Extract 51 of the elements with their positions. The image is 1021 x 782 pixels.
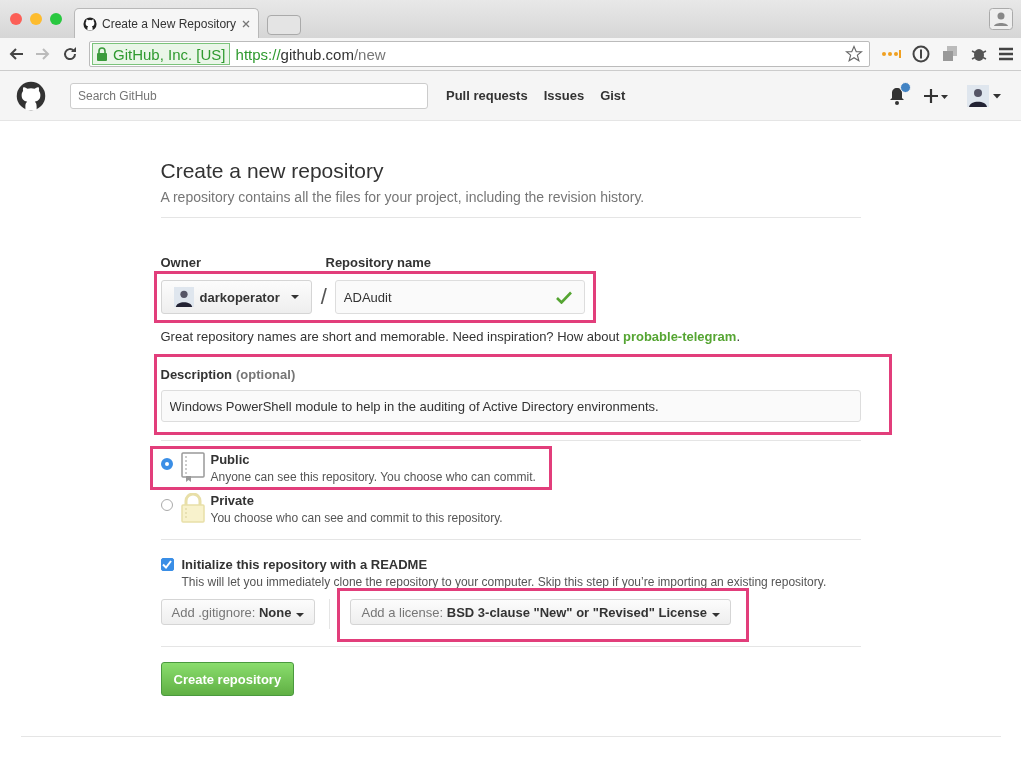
padlock-icon xyxy=(180,493,205,523)
optional-note: (optional) xyxy=(236,367,296,382)
repository-name-label: Repository name xyxy=(325,255,431,270)
owner-label: Owner xyxy=(160,255,202,270)
back-arrow-icon[interactable] xyxy=(8,47,24,61)
book-icon xyxy=(180,452,205,482)
name-hint: Great repository names are short and memorable. Need inspiration? How about probable-telegram. xyxy=(160,329,741,344)
repository-name-field[interactable]: ADAudit xyxy=(334,280,585,314)
license-dropdown[interactable]: Add a license: BSD 3-clause "New" or "Revised" License xyxy=(350,599,731,625)
url-text: https://github.com/new xyxy=(235,45,386,63)
page-subtitle: A repository contains all the files for your project, including the revision history. xyxy=(160,189,646,205)
bell-icon[interactable] xyxy=(889,86,905,105)
visibility-title: Private xyxy=(210,493,255,508)
radio-button[interactable] xyxy=(160,499,173,511)
nav-link[interactable]: Gist xyxy=(600,88,626,103)
search-field[interactable]: Search GitHub xyxy=(70,82,428,109)
browser-tab[interactable]: Create a New Repository xyxy=(74,8,259,38)
gitignore-dropdown[interactable]: Add .gitignore: None xyxy=(160,599,316,625)
checkbox[interactable] xyxy=(160,558,174,571)
padlock-icon xyxy=(96,46,108,62)
repository-name-value: ADAudit xyxy=(343,289,392,305)
slash-separator: / xyxy=(320,284,327,310)
owner-dropdown[interactable]: darkoperator xyxy=(160,280,312,314)
close-light-icon[interactable] xyxy=(10,13,22,25)
radio-button[interactable] xyxy=(160,458,173,470)
readme-description: This will let you immediately clone the repository to your computer. Skip this step if you’re importing an existing repository. xyxy=(181,575,827,589)
nav-link[interactable]: Pull requests xyxy=(446,88,528,103)
plus-caret-icon[interactable] xyxy=(923,87,949,104)
readme-label: Initialize this repository with a README xyxy=(181,557,429,572)
nav-link[interactable]: Issues xyxy=(543,88,585,103)
menu-icon[interactable] xyxy=(999,47,1013,61)
page-title: Create a new repository xyxy=(160,159,385,183)
address-bar[interactable]: GitHub, Inc. [US] https://github.com/new xyxy=(89,41,870,67)
dots-icon[interactable] xyxy=(881,50,901,58)
description-label: Description xyxy=(160,367,232,382)
cat-logo-icon[interactable] xyxy=(16,80,46,111)
stacked-squares-icon[interactable] xyxy=(941,45,959,63)
visibility-description: You choose who can see and commit to this repository. xyxy=(210,511,503,525)
site-identity: GitHub, Inc. [US] xyxy=(113,45,226,63)
visibility-description: Anyone can see this repository. You choose who can commit. xyxy=(210,470,536,484)
person-icon[interactable] xyxy=(989,8,1013,30)
close-icon[interactable] xyxy=(242,19,250,28)
description-field[interactable]: Windows PowerShell module to help in the auditing of Active Directory environments. xyxy=(160,390,861,422)
cat-logo-icon xyxy=(83,16,97,31)
tab-title: Create a New Repository xyxy=(102,16,237,31)
avatar-caret-icon[interactable] xyxy=(967,84,1001,107)
avatar-icon xyxy=(173,287,194,307)
reload-icon[interactable] xyxy=(62,46,78,62)
info-circle-icon[interactable] xyxy=(912,45,930,63)
star-icon[interactable] xyxy=(845,45,863,63)
visibility-title: Public xyxy=(210,452,251,467)
